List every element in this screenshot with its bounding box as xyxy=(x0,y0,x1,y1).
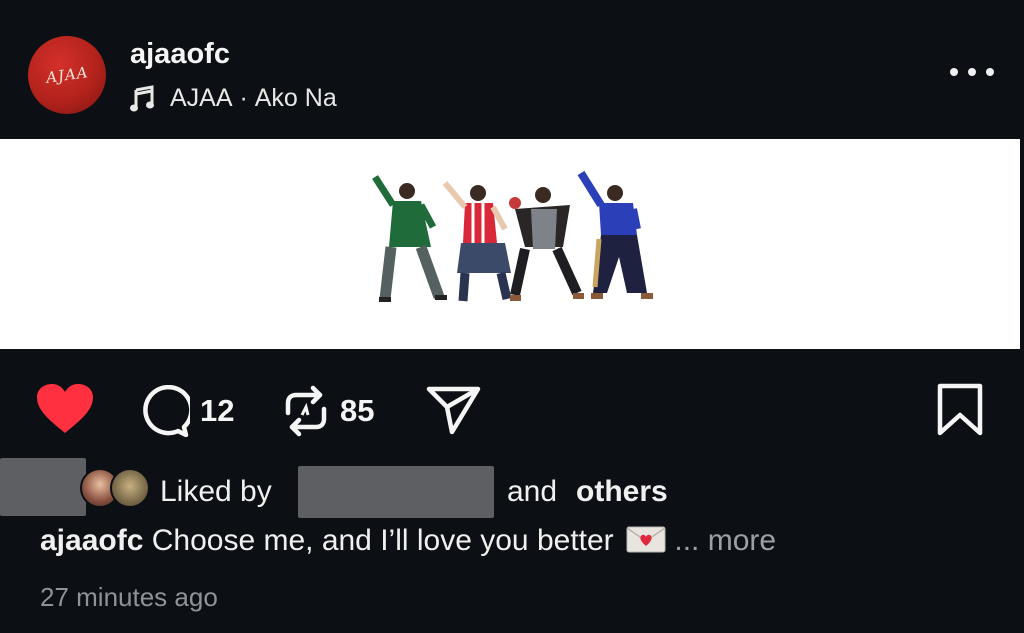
redacted-block xyxy=(298,466,494,518)
liked-by-label: Liked by xyxy=(160,475,272,508)
redacted-block xyxy=(0,458,86,516)
dancers-image xyxy=(372,170,653,302)
caption-username[interactable]: ajaaofc xyxy=(40,524,143,557)
liked-by-row[interactable]: Liked by and others xyxy=(0,458,1024,518)
post-header: AJAA ajaaofc AJAA · Ako Na xyxy=(0,0,1024,139)
love-letter-emoji xyxy=(626,526,666,553)
avatar-logo: AJAA xyxy=(44,63,90,87)
post-media[interactable] xyxy=(0,139,1020,349)
music-note-icon xyxy=(130,84,154,111)
audio-separator: · xyxy=(232,84,255,112)
share-icon xyxy=(426,386,481,435)
liker-avatar xyxy=(110,468,150,508)
repost-button[interactable]: 85 xyxy=(282,385,374,437)
repost-icon xyxy=(285,385,327,437)
caption-ellipsis: ... xyxy=(674,524,700,557)
bookmark-icon xyxy=(937,383,983,436)
comment-count: 12 xyxy=(200,393,235,428)
share-button[interactable] xyxy=(426,385,482,435)
audio-title: Ako Na xyxy=(254,84,337,112)
caption-text: Choose me, and I’ll love you better xyxy=(151,524,614,557)
caption: ajaaofc Choose me, and I’ll love you bet… xyxy=(40,524,776,558)
bookmark-button[interactable] xyxy=(936,383,984,437)
caption-more-link[interactable]: more xyxy=(708,524,776,557)
comment-icon xyxy=(143,385,190,437)
liked-and-label: and xyxy=(507,475,558,508)
action-bar: 12 85 xyxy=(0,349,1024,459)
username[interactable]: ajaaofc xyxy=(130,38,230,71)
avatar[interactable]: AJAA xyxy=(28,36,106,114)
more-options-icon[interactable] xyxy=(950,60,994,84)
audio-link[interactable]: AJAA · Ako Na xyxy=(130,84,337,113)
audio-artist: AJAA xyxy=(170,84,233,112)
heart-icon xyxy=(37,384,93,433)
post-timestamp: 27 minutes ago xyxy=(40,582,218,612)
repost-count: 85 xyxy=(340,393,375,428)
comment-button[interactable]: 12 xyxy=(138,385,234,437)
liked-others-link[interactable]: others xyxy=(576,475,668,509)
like-button[interactable] xyxy=(36,383,94,435)
